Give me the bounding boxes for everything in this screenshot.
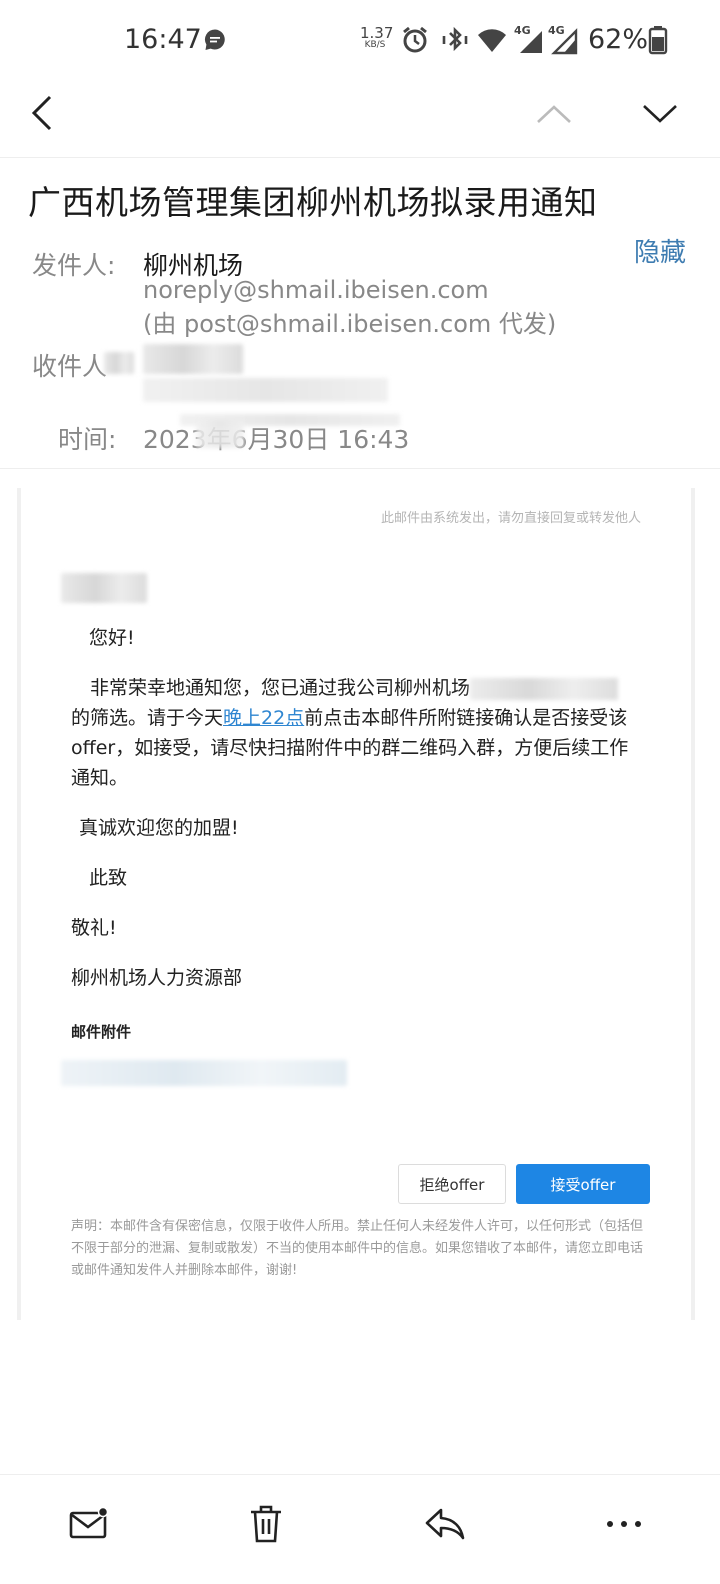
alarm-icon bbox=[403, 26, 427, 53]
reply-icon bbox=[425, 1508, 465, 1540]
body-paragraph: 非常荣幸地通知您，您已通过我公司柳州机场 的筛选。请于今天晚上22点前点击本邮件… bbox=[71, 673, 639, 793]
signal-label-1: 4G bbox=[514, 24, 531, 37]
battery-icon bbox=[648, 26, 668, 55]
next-mail-icon[interactable] bbox=[642, 104, 678, 124]
deadline-link[interactable]: 晚上22点 bbox=[223, 707, 304, 729]
para-before: 非常荣幸地通知您，您已通过我公司柳州机场 bbox=[90, 677, 471, 699]
network-speed-value: 1.37 bbox=[360, 24, 394, 42]
status-time: 16:47 bbox=[124, 24, 202, 55]
trash-icon bbox=[251, 1505, 281, 1543]
from-email[interactable]: noreply@shmail.ibeisen.com bbox=[143, 276, 489, 304]
accept-offer-button[interactable]: 接受offer bbox=[516, 1164, 650, 1204]
more-icon bbox=[607, 1521, 641, 1527]
nav-bar bbox=[0, 80, 720, 158]
system-notice: 此邮件由系统发出，请勿直接回复或转发他人 bbox=[380, 511, 641, 526]
status-bar: 16:47 1.37 KB/S 4G 4G 62% bbox=[0, 0, 720, 80]
redacted-block bbox=[196, 420, 244, 448]
reply-button[interactable] bbox=[416, 1499, 476, 1549]
message-notification-icon bbox=[205, 29, 225, 50]
closing-line: 此致 bbox=[89, 867, 128, 889]
bottom-toolbar bbox=[0, 1474, 720, 1584]
to-label: 收件人 bbox=[32, 352, 108, 381]
more-button[interactable] bbox=[594, 1499, 654, 1549]
signature: 柳州机场人力资源部 bbox=[71, 967, 243, 989]
disclaimer: 声明：本邮件含有保密信息，仅限于收件人所用。禁止任何人未经发件人许可，以任何形式… bbox=[71, 1219, 644, 1278]
signal-label-2: 4G bbox=[548, 24, 565, 37]
reject-offer-button[interactable]: 拒绝offer bbox=[398, 1164, 506, 1204]
header-divider bbox=[0, 468, 720, 469]
battery-percent: 62% bbox=[588, 24, 649, 55]
redacted-block bbox=[104, 352, 134, 374]
welcome-line: 真诚欢迎您的加盟! bbox=[79, 817, 239, 839]
mail-body: 此邮件由系统发出，请勿直接回复或转发他人 您好! 非常荣幸地通知您，您已通过我公… bbox=[17, 488, 695, 1320]
delete-button[interactable] bbox=[236, 1499, 296, 1549]
mail-subject: 广西机场管理集团柳州机场拟录用通知 bbox=[28, 183, 598, 222]
wifi-icon bbox=[478, 29, 506, 52]
back-arrow-icon[interactable] bbox=[30, 95, 56, 131]
from-label: 发件人: bbox=[32, 251, 116, 280]
attachments-title: 邮件附件 bbox=[71, 1023, 132, 1041]
redacted-position bbox=[470, 677, 619, 700]
greeting: 您好! bbox=[89, 627, 135, 649]
time-label: 时间: bbox=[58, 425, 117, 454]
redacted-attachment[interactable] bbox=[61, 1060, 347, 1086]
redacted-recipient-email bbox=[143, 378, 388, 402]
from-via: (由 post@shmail.ibeisen.com 代发) bbox=[143, 310, 557, 338]
previous-mail-icon[interactable] bbox=[536, 104, 572, 124]
redacted-salutation bbox=[61, 573, 147, 603]
network-speed: 1.37 KB/S bbox=[360, 24, 394, 51]
redacted-recipient-name bbox=[143, 344, 243, 374]
mail-icon bbox=[69, 1507, 109, 1539]
para-mid: 的筛选。请于今天 bbox=[71, 707, 224, 729]
hide-details-link[interactable]: 隐藏 bbox=[634, 232, 686, 269]
mail-button[interactable] bbox=[59, 1499, 119, 1549]
regards-line: 敬礼! bbox=[71, 917, 117, 939]
bluetooth-vibrate-icon bbox=[442, 26, 468, 52]
